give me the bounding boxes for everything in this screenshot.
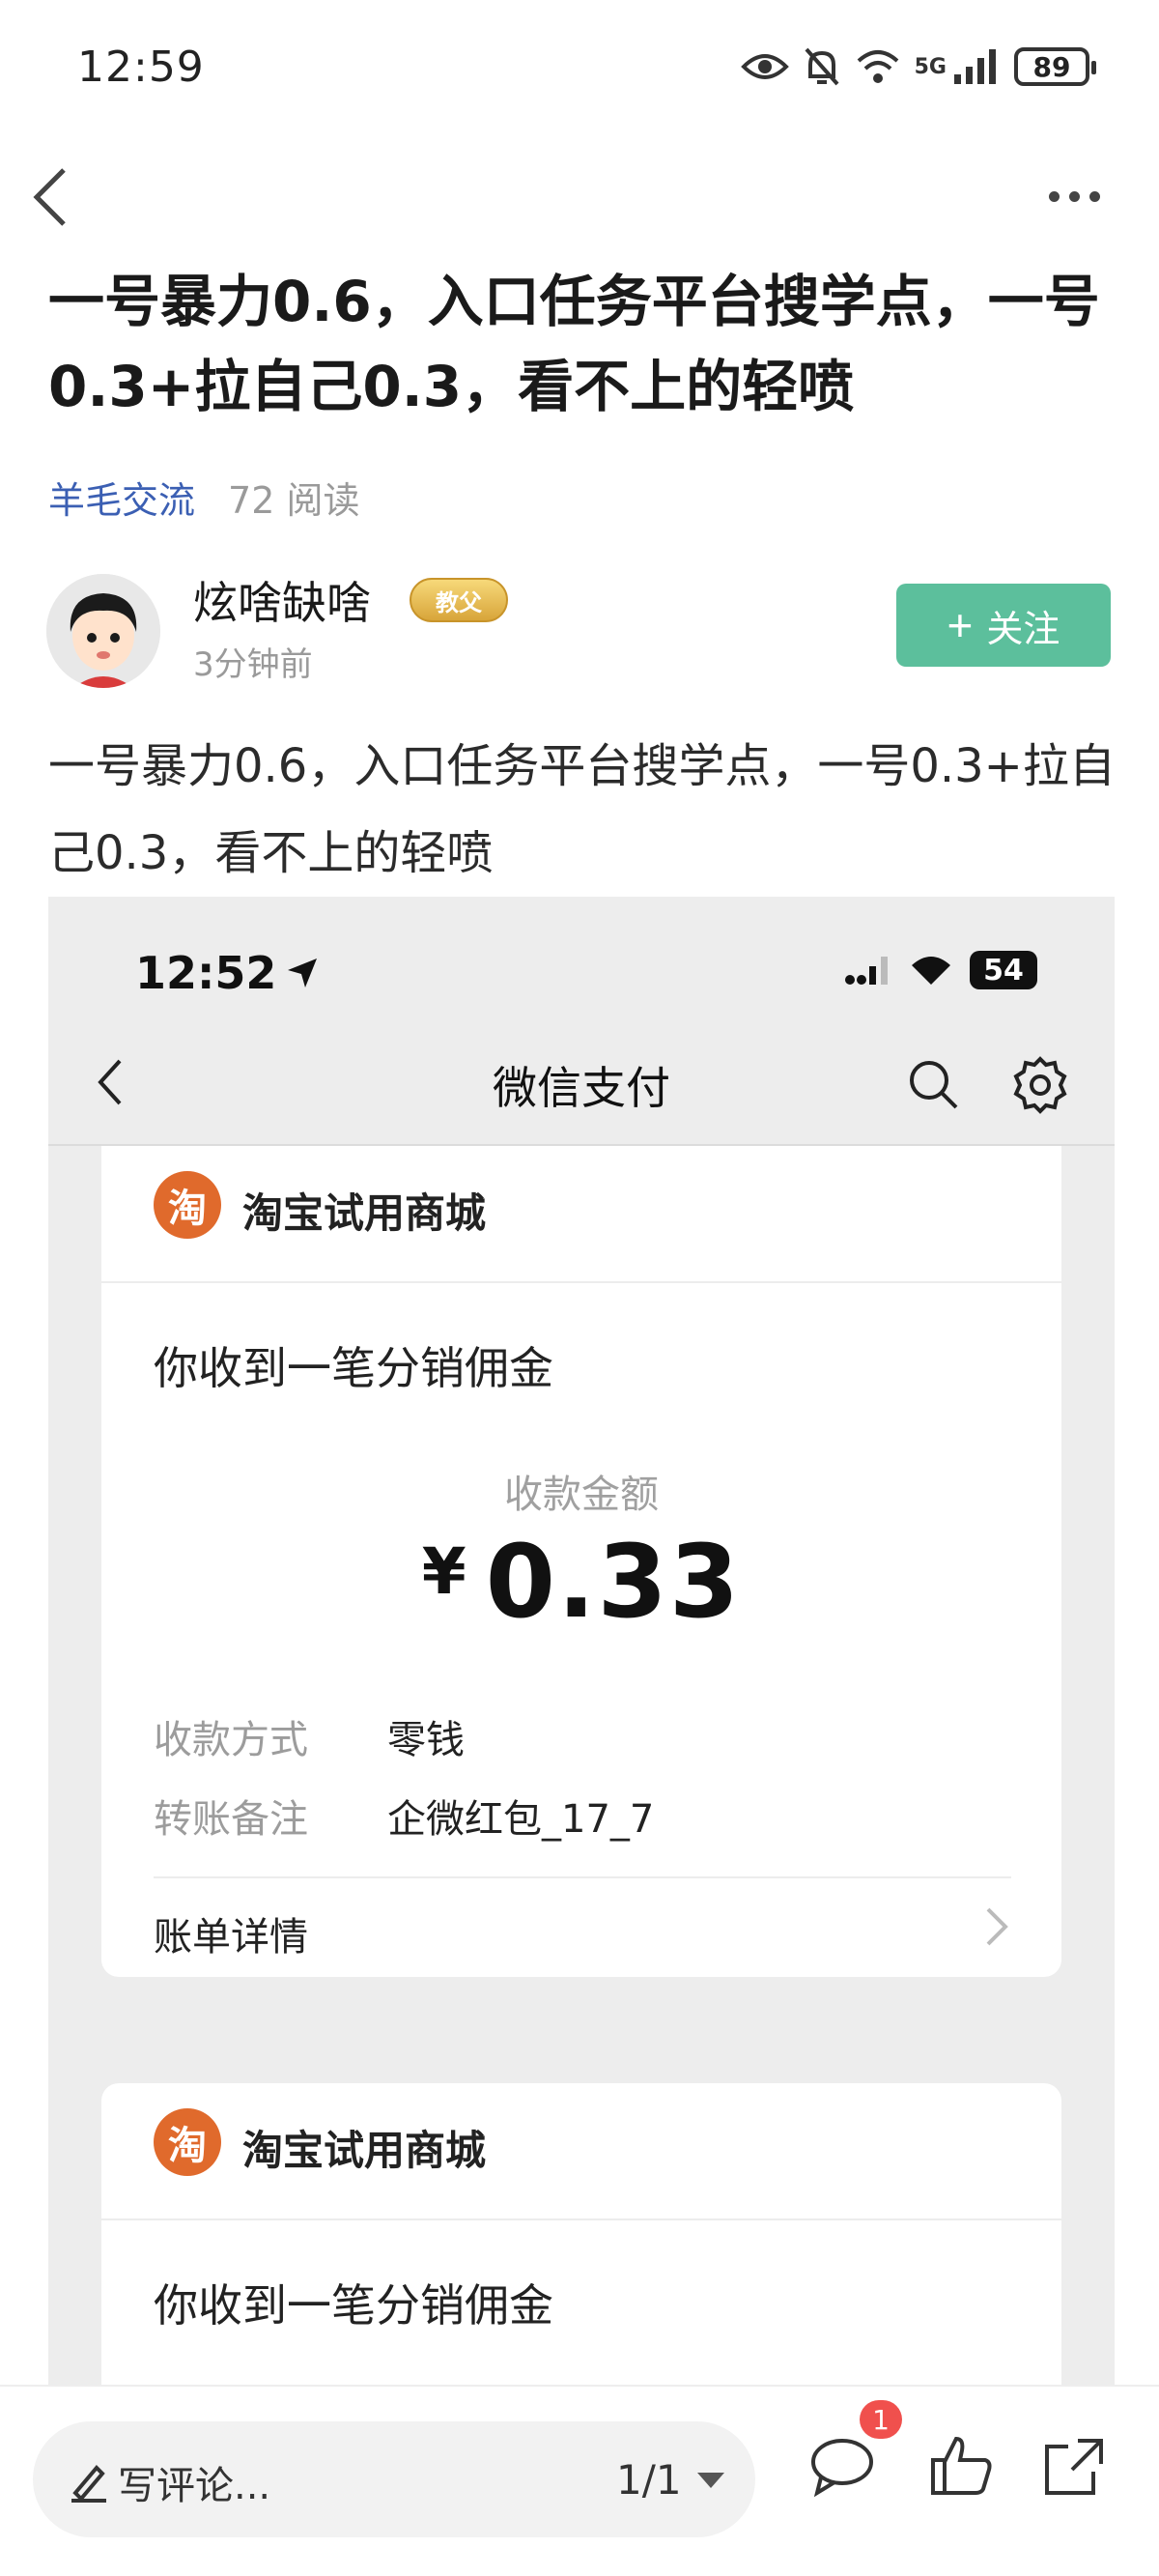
bottom-bar: 写评论... 1/1 1 bbox=[0, 2385, 1159, 2576]
more-icon bbox=[1049, 190, 1060, 202]
pen-icon bbox=[71, 2465, 106, 2503]
share-button[interactable] bbox=[1039, 2431, 1109, 2501]
author-name[interactable]: 炫啥缺啥 bbox=[193, 568, 371, 632]
method-key: 收款方式 bbox=[154, 1718, 308, 1762]
merchant-name: 淘宝试用商城 bbox=[242, 2127, 487, 2174]
like-button[interactable] bbox=[927, 2431, 997, 2501]
currency-symbol: ¥ bbox=[421, 1534, 468, 1609]
merchant-logo: 淘 bbox=[154, 2108, 221, 2176]
article-body: 一号暴力0.6，入口任务平台搜学点，一号0.3+拉自己0.3，看不上的轻喷 bbox=[48, 739, 1116, 880]
article-title: 一号暴力0.6，入口任务平台搜学点，一号0.3+拉自己0.3，看不上的轻喷 bbox=[48, 269, 1100, 419]
shot-battery: 54 bbox=[970, 951, 1037, 989]
author-badge: 教父 bbox=[410, 578, 508, 622]
status-icons: 5G 89 bbox=[740, 43, 1096, 91]
payment-card[interactable]: 淘 淘宝试用商城 你收到一笔分销佣金 bbox=[101, 2083, 1061, 2390]
payment-notice: 你收到一笔分销佣金 bbox=[154, 2279, 553, 2332]
follow-button[interactable]: + 关注 bbox=[896, 584, 1111, 667]
remark-value: 企微红包_17_7 bbox=[387, 1797, 655, 1842]
post-time: 3分钟前 bbox=[193, 645, 313, 684]
more-button[interactable] bbox=[1049, 182, 1117, 211]
amount-label: 收款金额 bbox=[504, 1473, 659, 1517]
comment-button[interactable] bbox=[807, 2431, 877, 2501]
category-link[interactable]: 羊毛交流 bbox=[48, 471, 195, 524]
merchant-row[interactable]: 淘 淘宝试用商城 bbox=[101, 2083, 1061, 2220]
bill-detail-label: 账单详情 bbox=[154, 1915, 308, 1960]
merchant-name: 淘宝试用商城 bbox=[242, 1189, 487, 1237]
pager-label: 1/1 bbox=[616, 2456, 682, 2504]
wifi-icon bbox=[912, 957, 950, 985]
avatar[interactable] bbox=[46, 574, 160, 688]
shot-status-icons: 54 bbox=[844, 951, 1037, 989]
chevron-right-icon bbox=[986, 1907, 1008, 1946]
location-arrow-icon bbox=[288, 959, 318, 987]
signal-icon bbox=[954, 49, 996, 84]
amount-value: ¥0.33 bbox=[421, 1523, 742, 1641]
share-icon bbox=[1045, 2439, 1103, 2495]
back-button[interactable] bbox=[25, 162, 79, 232]
comment-input[interactable]: 写评论... 1/1 bbox=[33, 2421, 755, 2537]
network-type: 5G bbox=[914, 54, 947, 79]
comment-icon bbox=[811, 2439, 873, 2498]
plus-icon: + bbox=[947, 600, 974, 650]
payment-notice: 你收到一笔分销佣金 bbox=[154, 1342, 553, 1394]
method-value: 零钱 bbox=[387, 1718, 465, 1762]
page-selector[interactable]: 1/1 bbox=[616, 2456, 724, 2504]
shot-status-time: 12:52 bbox=[135, 947, 319, 999]
search-icon bbox=[910, 1061, 958, 1109]
status-time: 12:59 bbox=[77, 43, 205, 92]
gear-icon bbox=[1013, 1056, 1067, 1114]
comment-placeholder: 写评论... bbox=[118, 2464, 271, 2508]
signal-icon bbox=[845, 957, 888, 985]
back-icon bbox=[33, 168, 66, 226]
article-meta: 羊毛交流 72 阅读 bbox=[48, 471, 359, 524]
merchant-logo: 淘 bbox=[154, 1171, 221, 1239]
shot-settings-button[interactable] bbox=[1010, 1055, 1070, 1115]
follow-label: 关注 bbox=[986, 609, 1060, 650]
read-count: 72 阅读 bbox=[228, 479, 360, 522]
merchant-row[interactable]: 淘 淘宝试用商城 bbox=[101, 1146, 1061, 1283]
payment-card[interactable]: 淘 淘宝试用商城 你收到一笔分销佣金 收款金额 ¥0.33 收款方式 零钱 转账… bbox=[101, 1146, 1061, 1977]
chevron-down-icon bbox=[696, 2472, 724, 2488]
like-icon bbox=[931, 2436, 992, 2495]
embedded-screenshot[interactable]: 12:52 54 微信支付 淘 淘宝试用商城 你收到一笔分销佣金 收款金额 ¥0… bbox=[48, 897, 1115, 2390]
bill-detail-row[interactable]: 账单详情 bbox=[101, 1878, 1061, 1975]
battery-indicator: 89 bbox=[1014, 47, 1096, 86]
shot-search-button[interactable] bbox=[906, 1057, 960, 1111]
remark-key: 转账备注 bbox=[154, 1797, 308, 1842]
comment-count-badge: 1 bbox=[860, 2400, 902, 2439]
mute-icon bbox=[805, 47, 839, 86]
wifi-icon bbox=[857, 50, 898, 83]
eye-icon bbox=[740, 54, 789, 79]
